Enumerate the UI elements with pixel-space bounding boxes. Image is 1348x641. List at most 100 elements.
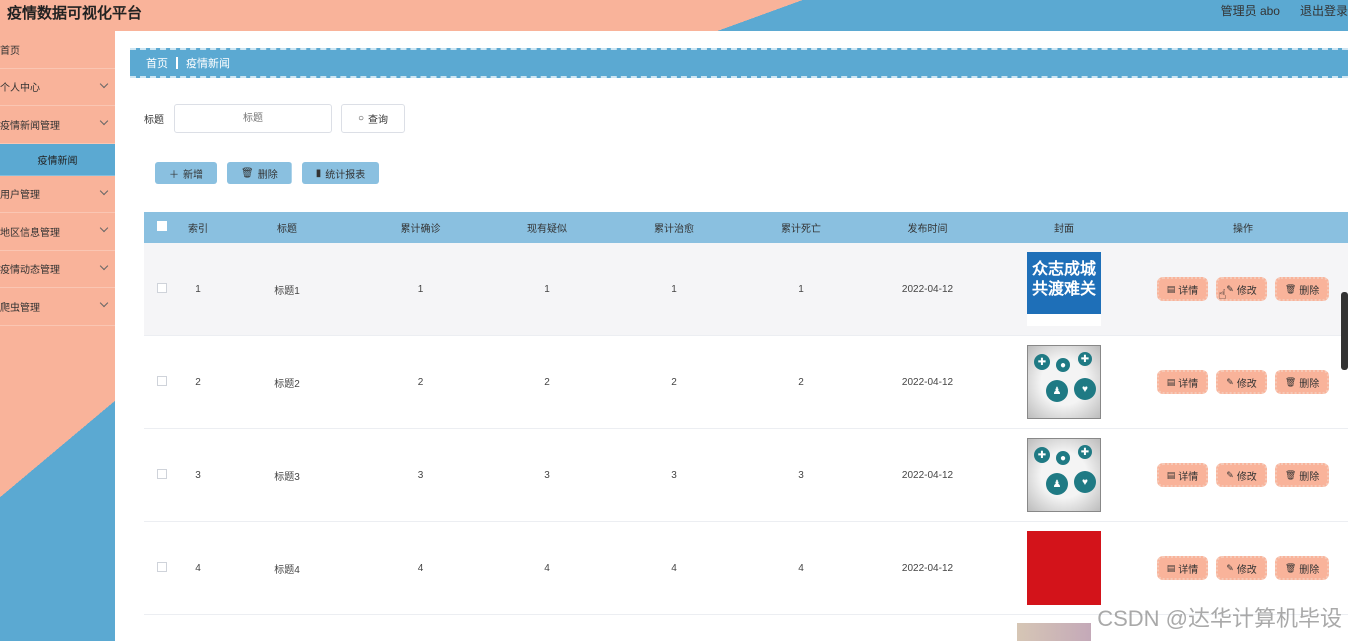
document-icon: ▤: [1166, 562, 1176, 573]
cell-suspected: 3: [544, 469, 550, 481]
col-header-cover: 封面: [1054, 224, 1074, 235]
cell-title: 标题4: [274, 564, 300, 576]
cell-index: 4: [195, 562, 201, 574]
trash-icon: 🗑: [1284, 283, 1297, 294]
search-button[interactable]: ○ 查询: [341, 104, 405, 133]
cell-confirmed: 1: [417, 283, 424, 295]
search-icon: ○: [357, 113, 365, 124]
detail-button[interactable]: ▤ 详情: [1156, 463, 1209, 487]
medical-icon: ♟: [1046, 380, 1068, 402]
cell-title: 标题1: [274, 285, 300, 297]
scrollbar-thumb[interactable]: [1341, 292, 1348, 370]
delete-button[interactable]: 🗑 删除: [1274, 556, 1330, 580]
cell-suspected: 4: [544, 562, 550, 574]
detail-button[interactable]: ▤ 详情: [1156, 556, 1209, 580]
cell-deaths: 3: [798, 469, 804, 481]
cell-date: 2022-04-12: [901, 376, 954, 388]
current-user: 管理员 abo: [1220, 4, 1280, 18]
chevron-down-icon: [99, 261, 109, 270]
sidebar-item-news-manage[interactable]: 疫情新闻管理: [0, 106, 115, 144]
edit-button[interactable]: ✎ 修改: [1216, 463, 1267, 487]
sidebar-item-home[interactable]: 首页: [0, 31, 115, 69]
medical-icon: ✚: [1078, 445, 1092, 459]
sidebar-item-profile[interactable]: 个人中心: [0, 69, 115, 106]
logout-link[interactable]: 退出登录: [1300, 2, 1348, 19]
document-icon: ▤: [1166, 469, 1176, 480]
cover-image: [1027, 531, 1101, 605]
trash-icon: 🗑: [1284, 562, 1297, 573]
document-icon: ▤: [1166, 376, 1176, 387]
cell-date: 2022-04-12: [901, 469, 954, 481]
row-checkbox[interactable]: [157, 282, 167, 293]
table-header: 索引 标题 累计确诊 现有疑似 累计治愈 累计死亡 发布时间 封面 操作: [144, 212, 1348, 243]
breadcrumb-home[interactable]: 首页: [146, 55, 168, 71]
col-header-title: 标题: [277, 224, 297, 235]
cell-title: 标题3: [274, 471, 300, 483]
cell-date: 2022-04-12: [901, 562, 954, 574]
pencil-icon: ✎: [1226, 283, 1234, 294]
cover-image: ✚ ● ✚ ♟ ♥: [1027, 345, 1101, 419]
cell-suspected: 1: [544, 283, 550, 295]
sidebar: 首页 个人中心 疫情新闻管理 疫情新闻 用户管理 地区信息管理 疫情动态管理 爬…: [0, 31, 115, 641]
sidebar-item-users[interactable]: 用户管理: [0, 176, 115, 213]
delete-button[interactable]: 🗑 删除: [1274, 463, 1330, 487]
cell-title: 标题2: [274, 378, 300, 390]
cell-confirmed: 3: [417, 469, 424, 481]
edit-button[interactable]: ✎ 修改: [1216, 370, 1267, 394]
row-checkbox[interactable]: [157, 561, 167, 572]
cell-cured: 3: [671, 469, 677, 481]
add-button[interactable]: ＋新增: [155, 162, 217, 184]
batch-delete-button[interactable]: 🗑 删除: [227, 162, 292, 184]
cell-cured: 4: [671, 562, 677, 574]
cell-index: 3: [195, 469, 201, 481]
sidebar-item-crawler[interactable]: 爬虫管理: [0, 288, 115, 326]
search-label: 标题: [144, 115, 164, 126]
cell-confirmed: 2: [417, 376, 424, 388]
breadcrumb-current: 疫情新闻: [186, 58, 230, 70]
plus-icon: ＋: [169, 169, 179, 181]
row-checkbox[interactable]: [157, 375, 167, 386]
trash-icon: 🗑: [241, 167, 254, 179]
stats-report-button[interactable]: ▮ 统计报表: [301, 162, 380, 184]
select-all-checkbox[interactable]: [157, 221, 167, 231]
delete-button[interactable]: 🗑 删除: [1274, 370, 1330, 394]
table-row[interactable]: 2 标题2 2 2 2 2 2022-04-12 ✚ ● ✚ ♟ ♥ ▤ 详情 ✎…: [144, 336, 1348, 429]
sidebar-subitem-news[interactable]: 疫情新闻: [0, 143, 115, 176]
row-checkbox[interactable]: [157, 468, 167, 479]
delete-button[interactable]: 🗑 删除: [1274, 277, 1330, 301]
medical-icon: ✚: [1078, 352, 1092, 366]
chevron-down-icon: [99, 116, 109, 126]
col-header-ops: 操作: [1233, 224, 1253, 235]
heart-icon: ♥: [1074, 471, 1096, 493]
chevron-down-icon: [99, 223, 109, 233]
search-input[interactable]: [174, 104, 332, 133]
col-header-confirmed: 累计确诊: [400, 224, 441, 235]
cover-image: 众志成城 共渡难关: [1027, 252, 1101, 326]
chevron-down-icon: [99, 79, 109, 88]
col-header-date: 发布时间: [907, 224, 948, 235]
col-header-index: 索引: [188, 224, 208, 235]
cell-deaths: 4: [798, 562, 804, 574]
search-bar: 标题 ○ 查询: [144, 104, 405, 133]
breadcrumb-separator: [176, 57, 178, 69]
medical-icon: ●: [1056, 358, 1070, 372]
col-header-cured: 累计治愈: [654, 224, 694, 235]
sidebar-item-regions[interactable]: 地区信息管理: [0, 213, 115, 251]
detail-button[interactable]: ▤ 详情: [1156, 277, 1209, 301]
chevron-down-icon: [99, 298, 109, 308]
cell-suspected: 2: [544, 376, 550, 388]
medical-icon: ●: [1056, 451, 1070, 465]
table-row[interactable]: 1 标题1 1 1 1 1 2022-04-12 众志成城 共渡难关 ▤ 详情 ✎…: [144, 243, 1348, 336]
main-content: 首页 疫情新闻 标题 ○ 查询 ＋新增 🗑删除 ▮统计报表 索引 标题 累计确诊…: [115, 31, 1348, 641]
cell-deaths: 2: [798, 376, 804, 388]
hand-cursor-icon: ☝: [1218, 286, 1227, 302]
detail-button[interactable]: ▤ 详情: [1156, 370, 1209, 394]
medical-icon: ♟: [1046, 473, 1068, 495]
table-row[interactable]: 3 标题3 3 3 3 3 2022-04-12 ✚ ● ✚ ♟ ♥ ▤ 详情 ✎…: [144, 429, 1348, 522]
watermark: CSDN @达华计算机毕设: [1097, 606, 1342, 631]
cover-image: [1017, 623, 1091, 641]
edit-button[interactable]: ✎ 修改: [1216, 556, 1267, 580]
sidebar-item-dynamics[interactable]: 疫情动态管理: [0, 251, 115, 288]
toolbar: ＋新增 🗑 删除 ▮ 统计报表: [155, 162, 380, 184]
cell-deaths: 1: [798, 283, 804, 295]
